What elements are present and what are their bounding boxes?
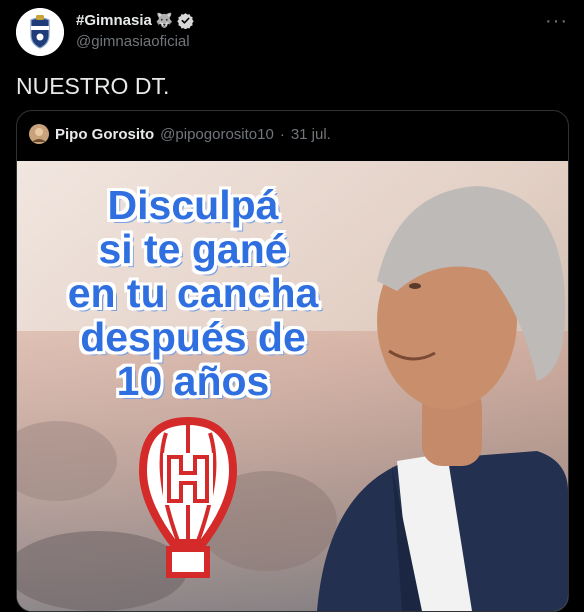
wolf-emoji: 🐺 [155, 12, 174, 28]
image-caption: Disculpá si te gané en tu cancha después… [43, 183, 343, 403]
quoted-date[interactable]: 31 jul. [291, 126, 331, 143]
quoted-tweet[interactable]: Pipo Gorosito @pipogorosito10 · 31 jul. [16, 110, 569, 612]
avatar[interactable] [16, 8, 64, 56]
quoted-header: Pipo Gorosito @pipogorosito10 · 31 jul. [29, 124, 331, 144]
quoted-avatar[interactable] [29, 124, 49, 144]
tweet-text: NUESTRO DT. [16, 73, 170, 99]
handle[interactable]: @gimnasiaoficial [76, 33, 190, 50]
caption-line: si te gané [98, 226, 288, 272]
display-name[interactable]: #Gimnasia [76, 12, 152, 29]
separator: · [279, 125, 285, 143]
huracan-logo-icon [138, 416, 238, 578]
caption-line: Disculpá [107, 182, 279, 228]
more-options-icon[interactable]: ··· [545, 10, 568, 33]
gimnasia-crest-icon [16, 8, 64, 56]
quoted-image[interactable]: Disculpá si te gané en tu cancha después… [17, 161, 568, 611]
person-avatar-icon [29, 124, 49, 144]
verified-badge-icon [177, 13, 195, 29]
caption-line: 10 años [116, 358, 270, 404]
quoted-name[interactable]: Pipo Gorosito [55, 126, 154, 143]
quoted-handle[interactable]: @pipogorosito10 [160, 126, 274, 143]
caption-line: en tu cancha [67, 270, 319, 316]
caption-line: después de [80, 314, 306, 360]
author-row: #Gimnasia 🐺 [76, 12, 195, 29]
